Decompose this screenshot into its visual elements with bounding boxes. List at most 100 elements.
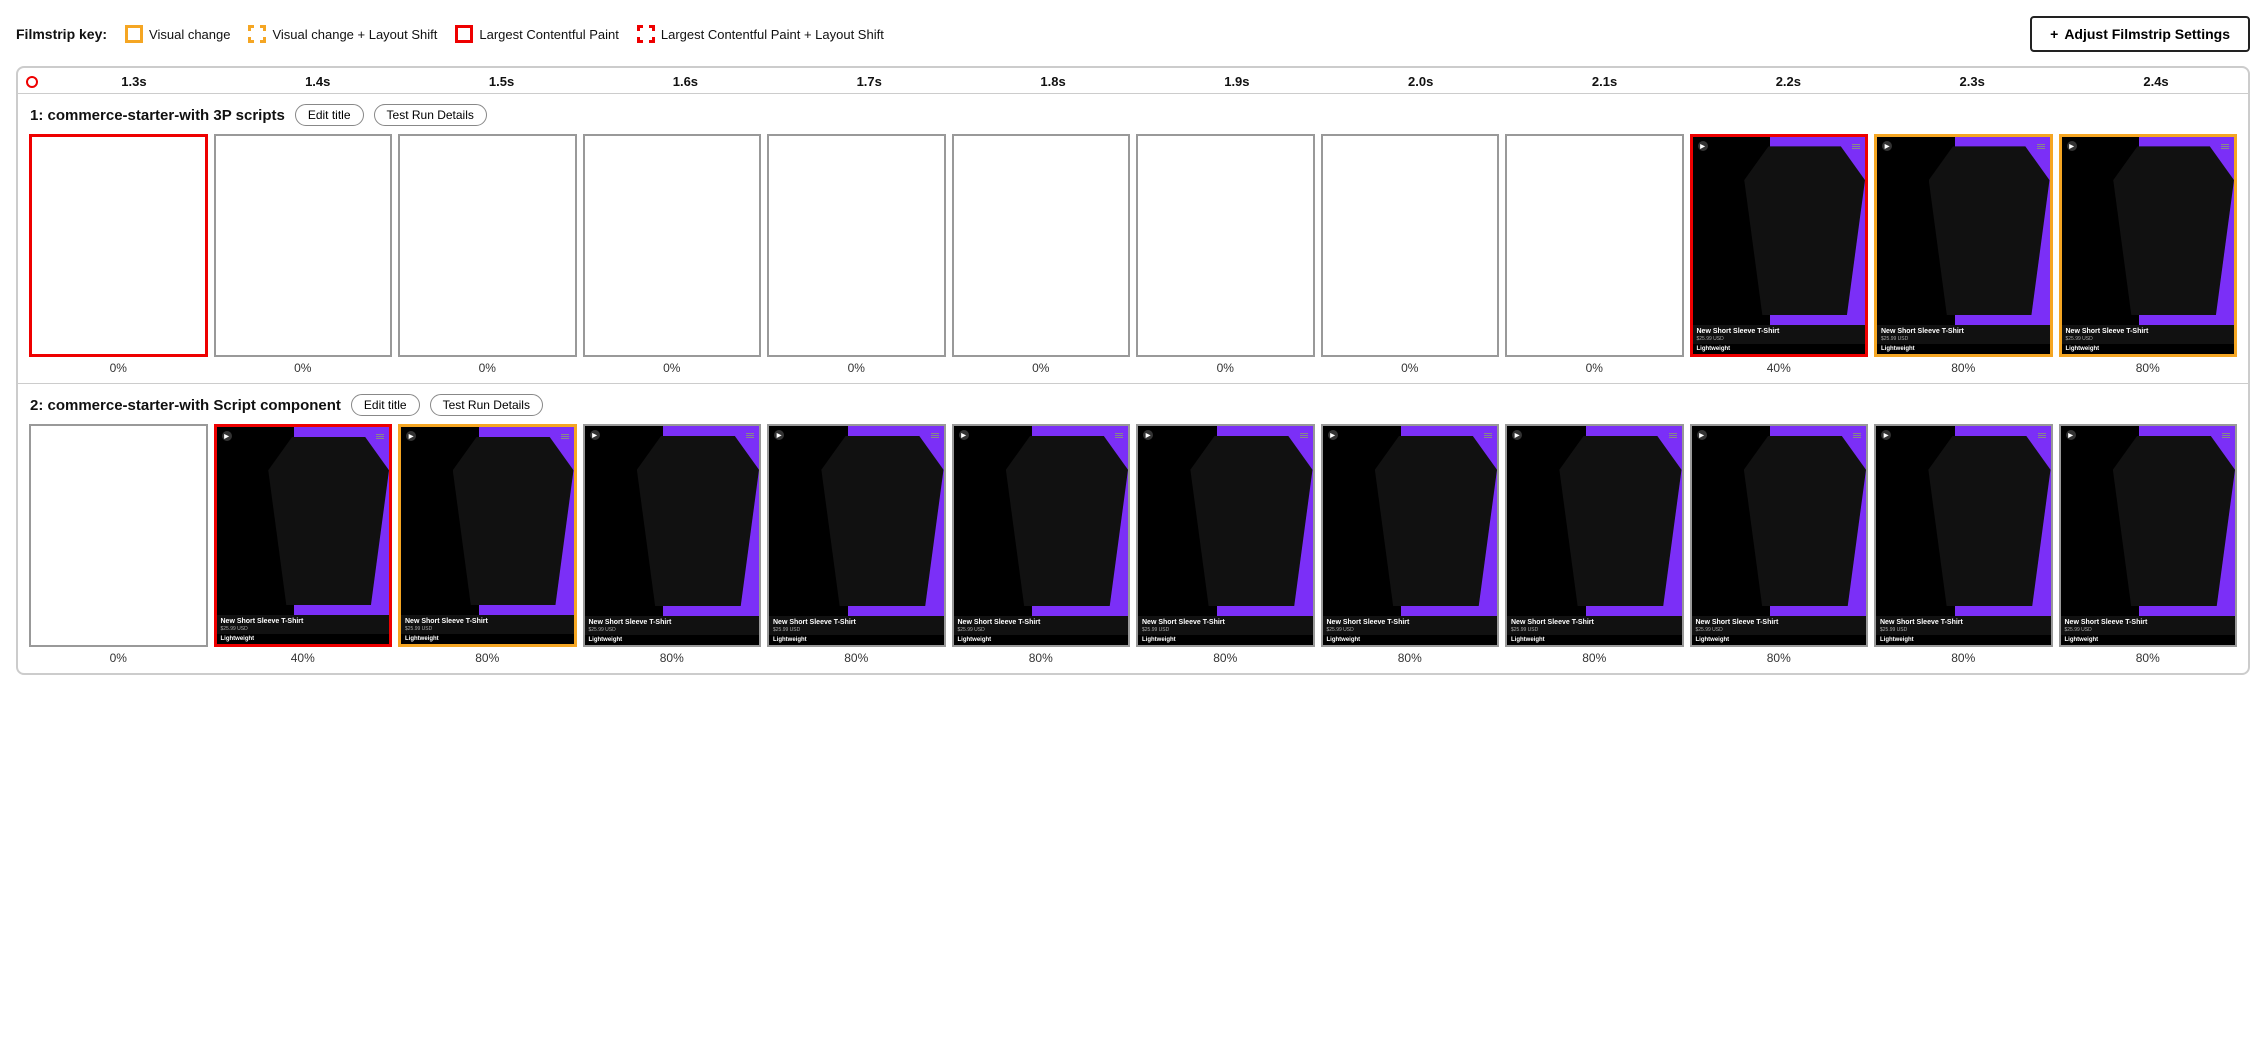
- frame-img-area: [1507, 426, 1682, 616]
- frame-box-6[interactable]: ▶New Short Sleeve T-Shirt$25.99 USDLight…: [1136, 424, 1315, 647]
- frame-col-9: ▶New Short Sleeve T-Shirt$25.99 USDLight…: [1687, 134, 1872, 375]
- frame-wrapper-9[interactable]: ▶New Short Sleeve T-Shirt$25.99 USDLight…: [1687, 424, 1872, 647]
- frame-product-info: New Short Sleeve T-Shirt$25.99 USD: [1877, 325, 2050, 344]
- frame-box-4[interactable]: ▶New Short Sleeve T-Shirt$25.99 USDLight…: [767, 424, 946, 647]
- frame-box-6[interactable]: [1136, 134, 1315, 357]
- frame-icon-lines: [561, 434, 569, 439]
- frame-box-0[interactable]: [29, 134, 208, 357]
- row-2-frames: 0%▶New Short Sleeve T-Shirt$25.99 USDLig…: [26, 424, 2240, 665]
- frame-img-area: [769, 426, 944, 616]
- filmstrip-key-label: Filmstrip key:: [16, 26, 107, 42]
- row-1-test-run-details-button[interactable]: Test Run Details: [374, 104, 487, 126]
- row-2-edit-title-button[interactable]: Edit title: [351, 394, 420, 416]
- frame-percent-4: 80%: [844, 651, 868, 665]
- frame-icon-circle: ▶: [1881, 430, 1891, 440]
- row-2-test-run-details-button[interactable]: Test Run Details: [430, 394, 543, 416]
- frame-box-11[interactable]: ▶New Short Sleeve T-Shirt$25.99 USDLight…: [2059, 134, 2238, 357]
- frame-wrapper-1[interactable]: [211, 134, 396, 357]
- frame-percent-5: 80%: [1029, 651, 1053, 665]
- frame-box-5[interactable]: [952, 134, 1131, 357]
- frame-percent-0: 0%: [110, 361, 127, 375]
- frame-icon-circle: ▶: [1882, 141, 1892, 151]
- frame-wrapper-3[interactable]: ▶New Short Sleeve T-Shirt$25.99 USDLight…: [580, 424, 765, 647]
- frame-wrapper-2[interactable]: [395, 134, 580, 357]
- frame-product-name: New Short Sleeve T-Shirt: [1327, 619, 1494, 627]
- row-2-header: 2: commerce-starter-with Script componen…: [26, 394, 2240, 416]
- frame-col-6: 0%: [1133, 134, 1318, 375]
- frame-product-price: $25.99 USD: [1327, 627, 1494, 633]
- frame-col-3: ▶New Short Sleeve T-Shirt$25.99 USDLight…: [580, 424, 765, 665]
- frame-product-footer: Lightweight: [2061, 635, 2236, 645]
- frame-icon-circle: ▶: [406, 431, 416, 441]
- frame-wrapper-8[interactable]: ▶New Short Sleeve T-Shirt$25.99 USDLight…: [1502, 424, 1687, 647]
- frame-wrapper-6[interactable]: [1133, 134, 1318, 357]
- frame-box-7[interactable]: ▶New Short Sleeve T-Shirt$25.99 USDLight…: [1321, 424, 1500, 647]
- frame-box-0[interactable]: [29, 424, 208, 647]
- frame-wrapper-7[interactable]: [1318, 134, 1503, 357]
- frame-product-price: $25.99 USD: [1696, 627, 1863, 633]
- frame-box-10[interactable]: ▶New Short Sleeve T-Shirt$25.99 USDLight…: [1874, 424, 2053, 647]
- frame-wrapper-6[interactable]: ▶New Short Sleeve T-Shirt$25.99 USDLight…: [1133, 424, 1318, 647]
- frame-box-8[interactable]: [1505, 134, 1684, 357]
- frame-percent-6: 80%: [1213, 651, 1237, 665]
- frame-wrapper-7[interactable]: ▶New Short Sleeve T-Shirt$25.99 USDLight…: [1318, 424, 1503, 647]
- frame-box-11[interactable]: ▶New Short Sleeve T-Shirt$25.99 USDLight…: [2059, 424, 2238, 647]
- frame-wrapper-4[interactable]: [764, 134, 949, 357]
- frame-product-price: $25.99 USD: [2066, 336, 2231, 342]
- adjust-filmstrip-settings-button[interactable]: + Adjust Filmstrip Settings: [2030, 16, 2250, 52]
- timeline-tick-1.5s: 1.5s: [410, 74, 594, 89]
- frame-wrapper-2[interactable]: ▶New Short Sleeve T-Shirt$25.99 USDLight…: [395, 424, 580, 647]
- frame-product-footer: Lightweight: [401, 634, 574, 644]
- frame-wrapper-3[interactable]: [580, 134, 765, 357]
- frame-box-1[interactable]: [214, 134, 393, 357]
- frame-wrapper-11[interactable]: ▶New Short Sleeve T-Shirt$25.99 USDLight…: [2056, 134, 2241, 357]
- frame-wrapper-8[interactable]: [1502, 134, 1687, 357]
- frame-empty: [1323, 136, 1498, 355]
- frame-tshirt: [1744, 146, 1865, 315]
- frame-box-8[interactable]: ▶New Short Sleeve T-Shirt$25.99 USDLight…: [1505, 424, 1684, 647]
- frame-wrapper-0[interactable]: [26, 424, 211, 647]
- frame-box-9[interactable]: ▶New Short Sleeve T-Shirt$25.99 USDLight…: [1690, 424, 1869, 647]
- frame-box-1[interactable]: ▶New Short Sleeve T-Shirt$25.99 USDLight…: [214, 424, 393, 647]
- frame-box-3[interactable]: ▶New Short Sleeve T-Shirt$25.99 USDLight…: [583, 424, 762, 647]
- frame-wrapper-5[interactable]: ▶New Short Sleeve T-Shirt$25.99 USDLight…: [949, 424, 1134, 647]
- frame-box-2[interactable]: [398, 134, 577, 357]
- frame-wrapper-1[interactable]: ▶New Short Sleeve T-Shirt$25.99 USDLight…: [211, 424, 396, 647]
- frame-wrapper-0[interactable]: [26, 134, 211, 357]
- frame-wrapper-5[interactable]: [949, 134, 1134, 357]
- frame-wrapper-10[interactable]: ▶New Short Sleeve T-Shirt$25.99 USDLight…: [1871, 134, 2056, 357]
- frame-box-7[interactable]: [1321, 134, 1500, 357]
- frame-wrapper-10[interactable]: ▶New Short Sleeve T-Shirt$25.99 USDLight…: [1871, 424, 2056, 647]
- frame-percent-5: 0%: [1032, 361, 1049, 375]
- frame-percent-3: 80%: [660, 651, 684, 665]
- frame-icon-lines: [1669, 433, 1677, 438]
- frame-tshirt: [821, 436, 943, 607]
- frame-product-name: New Short Sleeve T-Shirt: [1511, 619, 1678, 627]
- row-1-edit-title-button[interactable]: Edit title: [295, 104, 364, 126]
- frame-img-area: [1323, 426, 1498, 616]
- frame-col-5: 0%: [949, 134, 1134, 375]
- timeline-dot: [26, 76, 38, 88]
- timeline-tick-1.3s: 1.3s: [42, 74, 226, 89]
- timeline-ticks: 1.3s1.4s1.5s1.6s1.7s1.8s1.9s2.0s2.1s2.2s…: [42, 74, 2248, 89]
- frame-box-5[interactable]: ▶New Short Sleeve T-Shirt$25.99 USDLight…: [952, 424, 1131, 647]
- frame-wrapper-9[interactable]: ▶New Short Sleeve T-Shirt$25.99 USDLight…: [1687, 134, 1872, 357]
- frame-percent-7: 80%: [1398, 651, 1422, 665]
- frame-wrapper-4[interactable]: ▶New Short Sleeve T-Shirt$25.99 USDLight…: [764, 424, 949, 647]
- frame-icon-circle: ▶: [222, 431, 232, 441]
- frame-box-10[interactable]: ▶New Short Sleeve T-Shirt$25.99 USDLight…: [1874, 134, 2053, 357]
- frame-percent-9: 40%: [1767, 361, 1791, 375]
- frame-tshirt: [1006, 436, 1128, 607]
- frame-product-name: New Short Sleeve T-Shirt: [773, 619, 940, 627]
- frame-box-4[interactable]: [767, 134, 946, 357]
- timeline-header: 1.3s1.4s1.5s1.6s1.7s1.8s1.9s2.0s2.1s2.2s…: [18, 68, 2248, 94]
- frame-box-9[interactable]: ▶New Short Sleeve T-Shirt$25.99 USDLight…: [1690, 134, 1869, 357]
- frame-product-price: $25.99 USD: [1511, 627, 1678, 633]
- frame-wrapper-11[interactable]: ▶New Short Sleeve T-Shirt$25.99 USDLight…: [2056, 424, 2241, 647]
- frame-box-2[interactable]: ▶New Short Sleeve T-Shirt$25.99 USDLight…: [398, 424, 577, 647]
- frame-col-8: 0%: [1502, 134, 1687, 375]
- frame-col-6: ▶New Short Sleeve T-Shirt$25.99 USDLight…: [1133, 424, 1318, 665]
- frame-box-3[interactable]: [583, 134, 762, 357]
- frame-col-2: 0%: [395, 134, 580, 375]
- frame-img-area: [2062, 137, 2235, 325]
